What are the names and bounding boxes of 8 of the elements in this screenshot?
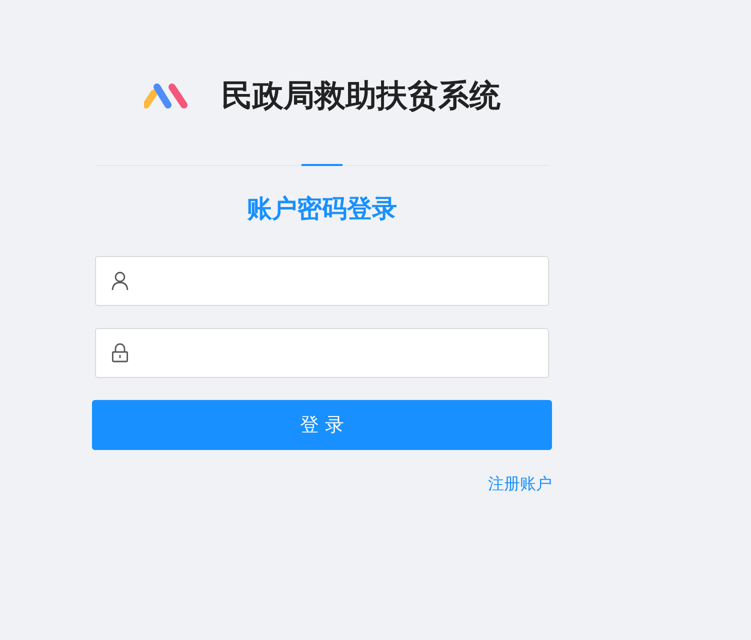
password-field[interactable] [95, 328, 549, 378]
login-tab[interactable]: 账户密码登录 [247, 164, 397, 225]
login-button[interactable]: 登 录 [92, 400, 552, 450]
username-field[interactable] [95, 256, 549, 306]
app-title: 民政局救助扶贫系统 [222, 77, 500, 116]
lock-icon [111, 343, 129, 363]
user-icon [111, 271, 129, 291]
register-link[interactable]: 注册账户 [488, 474, 552, 495]
